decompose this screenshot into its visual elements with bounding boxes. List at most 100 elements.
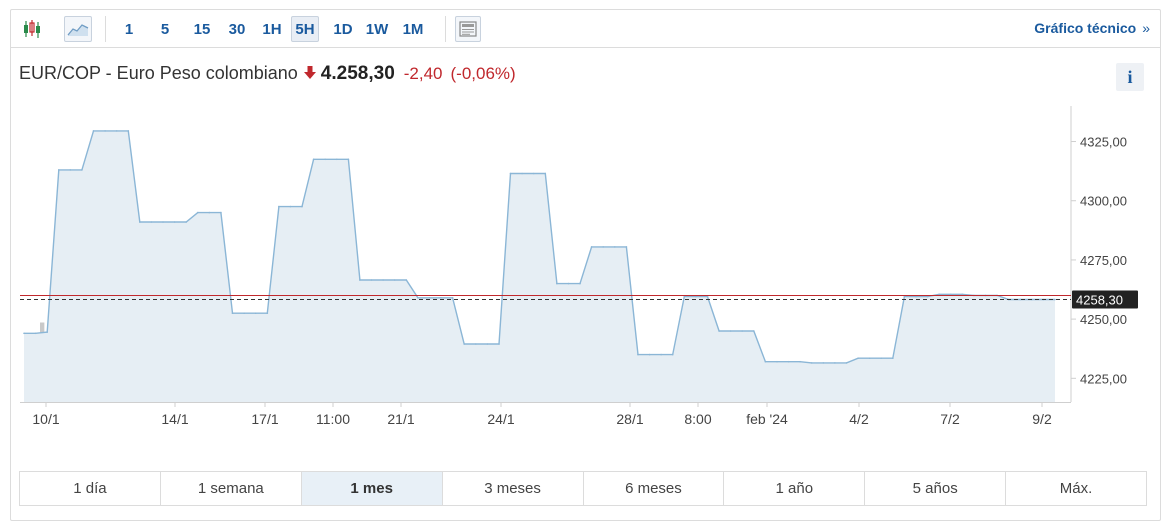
data-point (880, 357, 882, 360)
data-point (266, 312, 269, 315)
data-point (69, 169, 72, 171)
data-point (614, 246, 616, 248)
data-point (486, 343, 489, 345)
data-point (417, 297, 419, 299)
x-tick-label: 8:00 (684, 411, 711, 427)
data-point (370, 279, 373, 281)
data-point (440, 297, 442, 299)
data-point (845, 362, 848, 364)
data-point (92, 130, 95, 132)
data-point (347, 158, 350, 161)
data-point (451, 297, 454, 299)
data-point (324, 158, 327, 161)
data-point (521, 172, 523, 175)
data-point (625, 246, 628, 248)
data-point (393, 279, 396, 281)
data-point (787, 360, 790, 363)
y-tick-label: 4300,00 (1080, 194, 1127, 209)
data-point (892, 357, 894, 360)
data-point (243, 312, 245, 315)
data-point (301, 205, 303, 208)
data-point (567, 282, 570, 285)
data-point (903, 295, 906, 298)
x-tick-label: 11:00 (316, 411, 350, 427)
x-tick-label: 9/2 (1032, 411, 1052, 427)
data-point (868, 357, 871, 360)
range-button-3[interactable]: 3 meses (443, 472, 584, 505)
data-point (23, 332, 25, 335)
range-button-5[interactable]: 1 año (724, 472, 866, 505)
x-tick-label: 4/2 (849, 411, 869, 427)
data-point (220, 211, 222, 214)
data-point (961, 293, 964, 296)
data-point (857, 357, 859, 360)
range-button-6[interactable]: 5 años (865, 472, 1007, 505)
range-button-2[interactable]: 1 mes (301, 472, 443, 505)
x-tick-label: 21/1 (387, 411, 414, 427)
data-point (139, 221, 141, 223)
data-point (1054, 298, 1056, 301)
data-point (544, 172, 547, 175)
data-point (254, 312, 257, 315)
range-button-0[interactable]: 1 día (20, 472, 161, 505)
data-point (776, 360, 778, 363)
y-tick-label: 4325,00 (1080, 135, 1127, 150)
data-point (718, 330, 720, 332)
data-point (1019, 298, 1021, 301)
range-button-7[interactable]: Máx. (1006, 472, 1146, 505)
data-point (926, 295, 929, 298)
data-point (753, 330, 755, 332)
data-point (799, 360, 801, 363)
range-button-4[interactable]: 6 meses (584, 472, 725, 505)
data-point (104, 130, 106, 132)
data-point (822, 362, 825, 364)
data-point (162, 221, 164, 223)
data-point (764, 360, 767, 363)
data-point (532, 172, 535, 175)
range-button-1[interactable]: 1 semana (161, 472, 302, 505)
data-point (81, 169, 83, 171)
time-range-selector: 1 día 1 semana 1 mes 3 meses 6 meses 1 año 5 a… (19, 471, 1147, 506)
data-point (695, 295, 697, 298)
data-point (729, 330, 732, 332)
data-point (405, 279, 408, 281)
data-point (185, 221, 187, 223)
data-point (834, 362, 836, 364)
y-tick-label: 4275,00 (1080, 253, 1127, 268)
x-tick-label: 10/1 (32, 411, 59, 427)
data-point (637, 353, 639, 356)
x-tick-label: 28/1 (616, 411, 643, 427)
data-point (463, 343, 466, 345)
data-point (115, 130, 118, 132)
current-price-tag-label: 4258,30 (1076, 292, 1123, 307)
data-point (173, 221, 176, 223)
data-point (915, 295, 917, 298)
data-point (231, 312, 234, 315)
x-tick-label: 24/1 (487, 411, 514, 427)
data-point (208, 211, 211, 214)
x-tick-label: feb '24 (746, 411, 788, 427)
data-point (579, 282, 581, 285)
x-tick-label: 7/2 (940, 411, 960, 427)
data-point (683, 295, 686, 298)
data-point (58, 169, 60, 171)
data-point (359, 279, 361, 281)
data-point (509, 172, 512, 175)
data-point (498, 343, 500, 345)
data-point (706, 295, 709, 298)
data-point (475, 343, 477, 345)
x-tick-label: 14/1 (161, 411, 188, 427)
price-chart: Investing.com4225,004250,004275,004300,0… (20, 106, 1138, 427)
data-point (602, 246, 604, 248)
data-point (938, 293, 940, 296)
data-point (660, 353, 662, 356)
data-point (312, 158, 315, 161)
data-point (810, 362, 813, 364)
data-point (556, 282, 558, 285)
data-point (741, 330, 743, 332)
data-point (278, 205, 280, 208)
data-point (34, 332, 37, 335)
x-tick-label: 17/1 (251, 411, 278, 427)
data-point (648, 353, 651, 356)
data-point (336, 158, 338, 161)
